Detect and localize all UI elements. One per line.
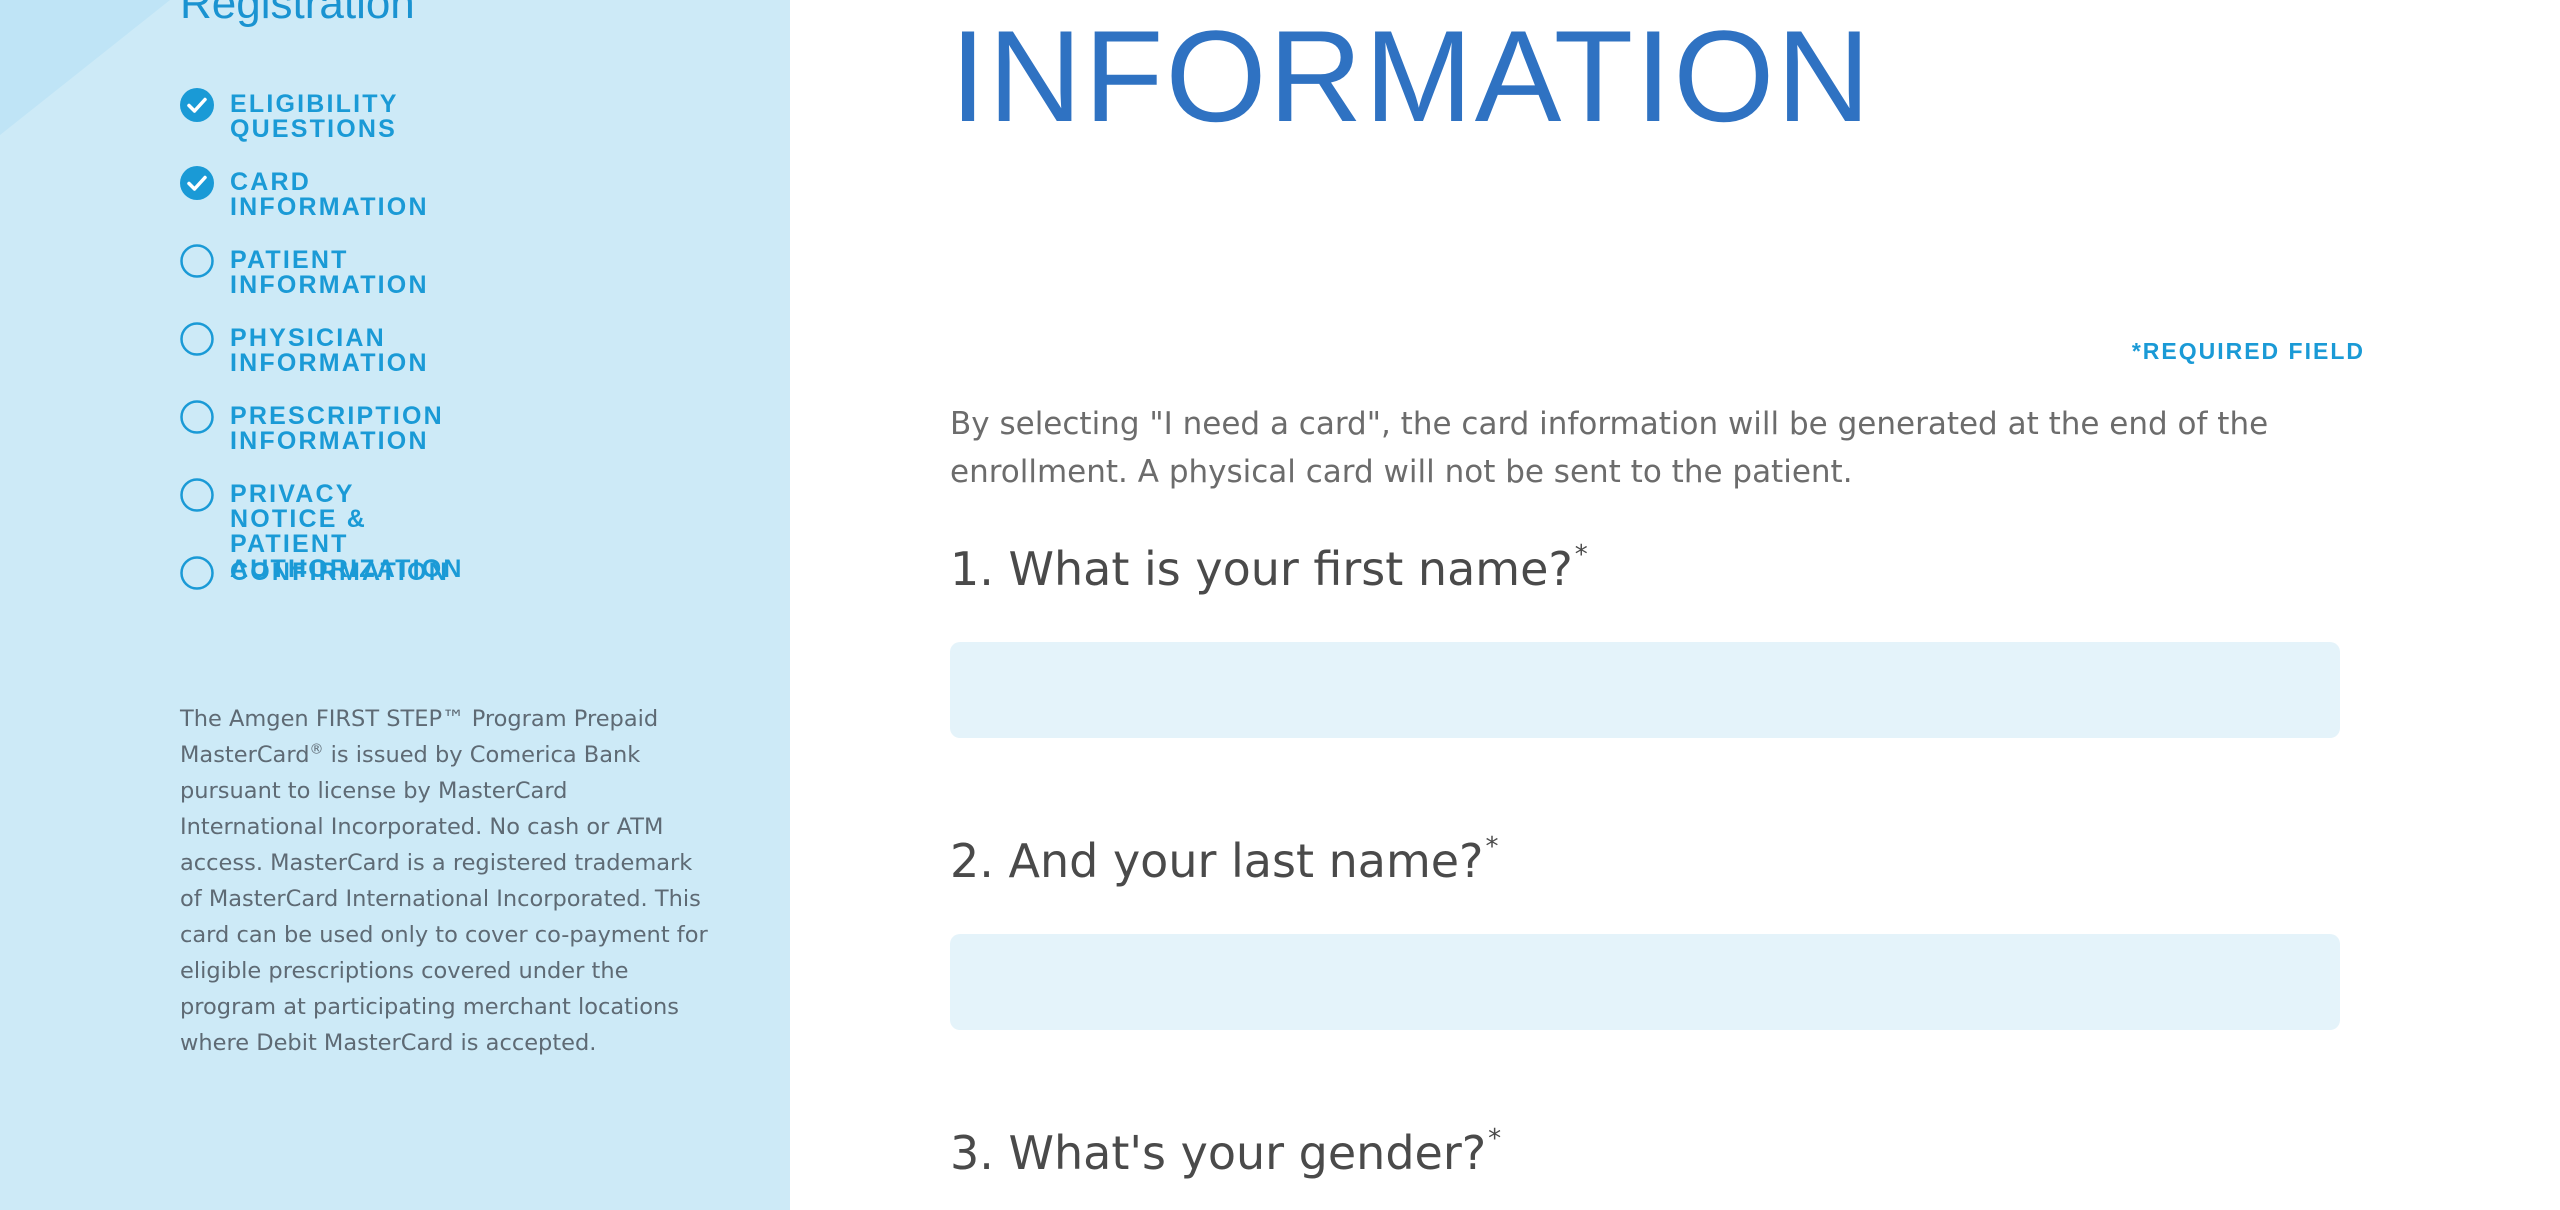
registered-mark: ® bbox=[309, 741, 324, 758]
question-last-name: 2. And your last name?* bbox=[950, 834, 1498, 884]
empty-circle-icon bbox=[180, 244, 214, 278]
check-circle-icon bbox=[180, 88, 214, 122]
card-disclaimer: The Amgen FIRST STEP™ Program Prepaid Ma… bbox=[180, 701, 712, 1061]
step-label: PATIENT INFORMATION bbox=[230, 246, 429, 299]
question-gender: 3. What's your gender?* bbox=[950, 1126, 1501, 1176]
step-label: CONFIRMATION bbox=[230, 558, 449, 586]
last-name-input[interactable] bbox=[950, 934, 2340, 1030]
intro-text: By selecting "I need a card", the card i… bbox=[950, 406, 2269, 490]
step-label: CARD INFORMATION bbox=[230, 168, 429, 221]
page-title: PATIENTINFORMATION bbox=[950, 0, 1872, 142]
page: Registration ELIGIBILITY QUESTIONS CARD … bbox=[0, 0, 2560, 1210]
required-asterisk: * bbox=[1485, 832, 1499, 862]
question-label: 3. What's your gender? bbox=[950, 1126, 1487, 1180]
question-first-name: 1. What is your first name?* bbox=[950, 542, 1588, 592]
required-asterisk: * bbox=[1574, 540, 1588, 570]
first-name-input[interactable] bbox=[950, 642, 2340, 738]
step-label: ELIGIBILITY QUESTIONS bbox=[230, 90, 399, 143]
question-label: 2. And your last name? bbox=[950, 834, 1484, 888]
steps-nav: ELIGIBILITY QUESTIONS CARD INFORMATION P… bbox=[180, 0, 760, 620]
step-label: PRESCRIPTION INFORMATION bbox=[230, 402, 444, 455]
step-label: PHYSICIAN INFORMATION bbox=[230, 324, 429, 377]
check-circle-icon bbox=[180, 166, 214, 200]
empty-circle-icon bbox=[180, 400, 214, 434]
page-title-line2: INFORMATION bbox=[950, 3, 1873, 149]
required-asterisk: * bbox=[1488, 1124, 1502, 1154]
main-content: PATIENTINFORMATION *REQUIRED FIELD By se… bbox=[790, 0, 2560, 1210]
empty-circle-icon bbox=[180, 322, 214, 356]
disclaimer-part2: is issued by Comerica Bank pursuant to l… bbox=[180, 742, 708, 1056]
question-label: 1. What is your first name? bbox=[950, 542, 1573, 596]
required-field-note: *REQUIRED FIELD bbox=[2131, 338, 2365, 364]
registration-sidebar: Registration ELIGIBILITY QUESTIONS CARD … bbox=[0, 0, 790, 1210]
empty-circle-icon bbox=[180, 556, 214, 590]
decorative-shape bbox=[0, 0, 170, 135]
empty-circle-icon bbox=[180, 478, 214, 512]
